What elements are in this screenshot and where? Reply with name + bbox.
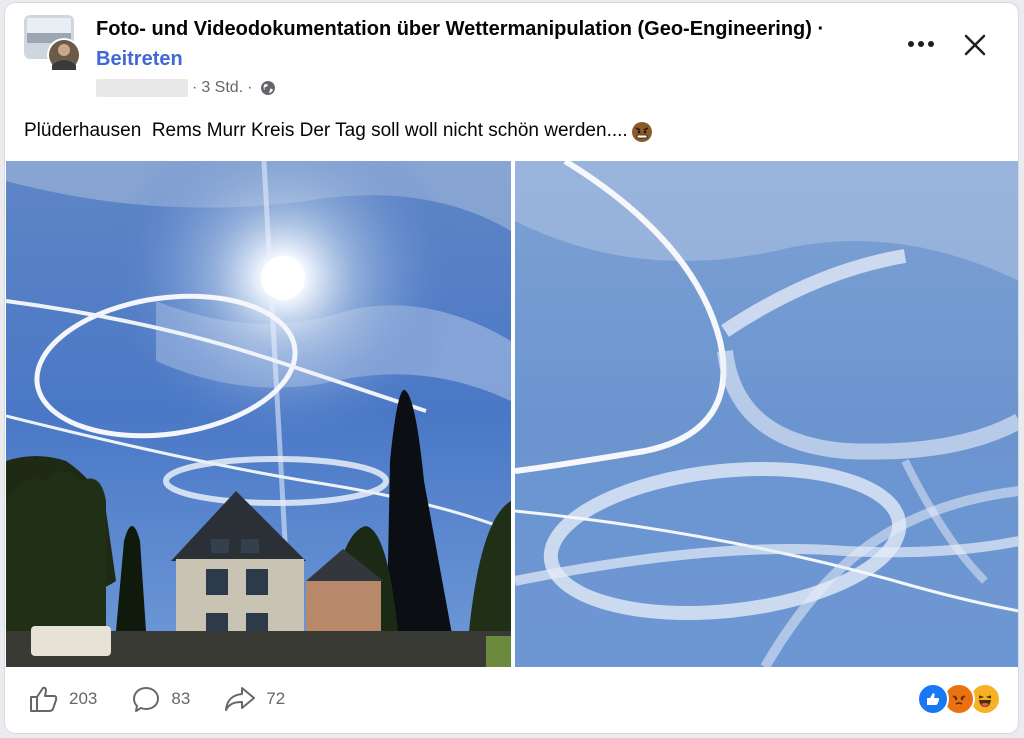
redacted-author-name[interactable] (96, 79, 188, 97)
angry-face-icon (630, 119, 654, 143)
reaction-summary[interactable] (917, 683, 1001, 715)
like-button[interactable]: 203 (29, 685, 97, 713)
group-avatar[interactable] (24, 15, 82, 73)
join-button[interactable]: Beitreten (96, 48, 183, 71)
post-text: Plüderhausen Rems Murr Kreis Der Tag sol… (24, 119, 654, 143)
post-time[interactable]: 3 Std. (201, 79, 243, 97)
like-reaction-icon (917, 683, 949, 715)
share-arrow-icon (225, 687, 256, 711)
meta-separator: · (247, 79, 253, 96)
close-icon (964, 34, 986, 56)
share-count: 72 (266, 689, 286, 708)
globe-icon (260, 80, 276, 96)
meta-separator: · (192, 79, 198, 96)
share-button[interactable]: 72 (224, 685, 285, 713)
close-button[interactable] (955, 25, 995, 65)
more-dots-icon (908, 41, 934, 47)
post-photo-2[interactable] (515, 161, 1018, 667)
like-count: 203 (69, 689, 98, 708)
post-photo-1[interactable] (6, 161, 511, 667)
comment-bubble-icon (133, 687, 160, 712)
post-text-content: Plüderhausen Rems Murr Kreis Der Tag sol… (24, 120, 628, 142)
comment-button[interactable]: 83 (131, 685, 190, 713)
group-name[interactable]: Foto- und Videodokumentation über Wetter… (96, 18, 824, 41)
comment-count: 83 (171, 689, 191, 708)
photo-sky-house-image (6, 161, 511, 667)
post-meta: · 3 Std. · (96, 78, 276, 98)
thumbs-up-icon (30, 686, 58, 712)
more-options-button[interactable] (901, 29, 941, 59)
action-bar: 203 83 72 (29, 683, 319, 715)
post-card: Foto- und Videodokumentation über Wetter… (5, 3, 1018, 733)
photo-sky-contrails-image (515, 161, 1018, 667)
